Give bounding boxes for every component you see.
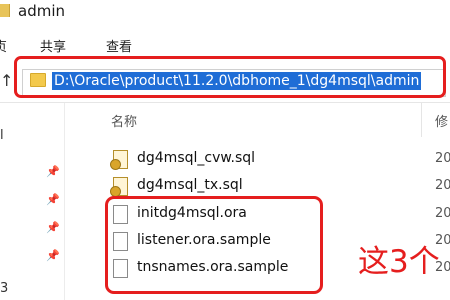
column-separator[interactable]	[421, 103, 422, 137]
pin-icon[interactable]: 📌	[46, 193, 60, 206]
address-highlight-box	[14, 56, 446, 98]
pin-icon[interactable]: 📌	[46, 165, 60, 178]
column-name-header[interactable]: 名称	[111, 111, 137, 130]
file-date: 20	[435, 178, 450, 193]
file-name: dg4msql_cvw.sql	[137, 150, 256, 166]
list-item[interactable]: dg4msql_cvw.sql 20	[105, 146, 450, 172]
up-arrow-icon[interactable]: ↑	[0, 71, 13, 90]
window-title: admin	[18, 2, 65, 20]
tab-share[interactable]: 共享	[40, 36, 66, 55]
file-name: dg4msql_tx.sql	[137, 177, 243, 193]
nav-item-partial[interactable]: 3	[0, 281, 8, 296]
sql-file-icon	[110, 177, 128, 197]
folder-icon	[0, 4, 10, 17]
files-highlight-box	[105, 196, 323, 294]
file-date: 20	[435, 206, 450, 221]
column-header: 名称 修	[65, 103, 450, 137]
ribbon: 贞 共享 查看	[0, 28, 450, 56]
file-date: 20	[435, 151, 450, 166]
title-bar: admin	[0, 0, 450, 28]
pin-icon[interactable]: 📌	[46, 221, 60, 234]
sql-file-icon	[110, 150, 128, 170]
nav-item-partial[interactable]: l	[0, 128, 4, 143]
annotation-text: 这3个	[358, 244, 440, 280]
ribbon-tab-partial[interactable]: 贞	[0, 36, 7, 55]
pin-icon[interactable]: 📌	[46, 249, 60, 262]
navigation-pane: l 📌 📌 📌 📌 3	[0, 103, 62, 300]
tab-view[interactable]: 查看	[106, 36, 132, 55]
column-modified-header[interactable]: 修	[435, 111, 448, 130]
